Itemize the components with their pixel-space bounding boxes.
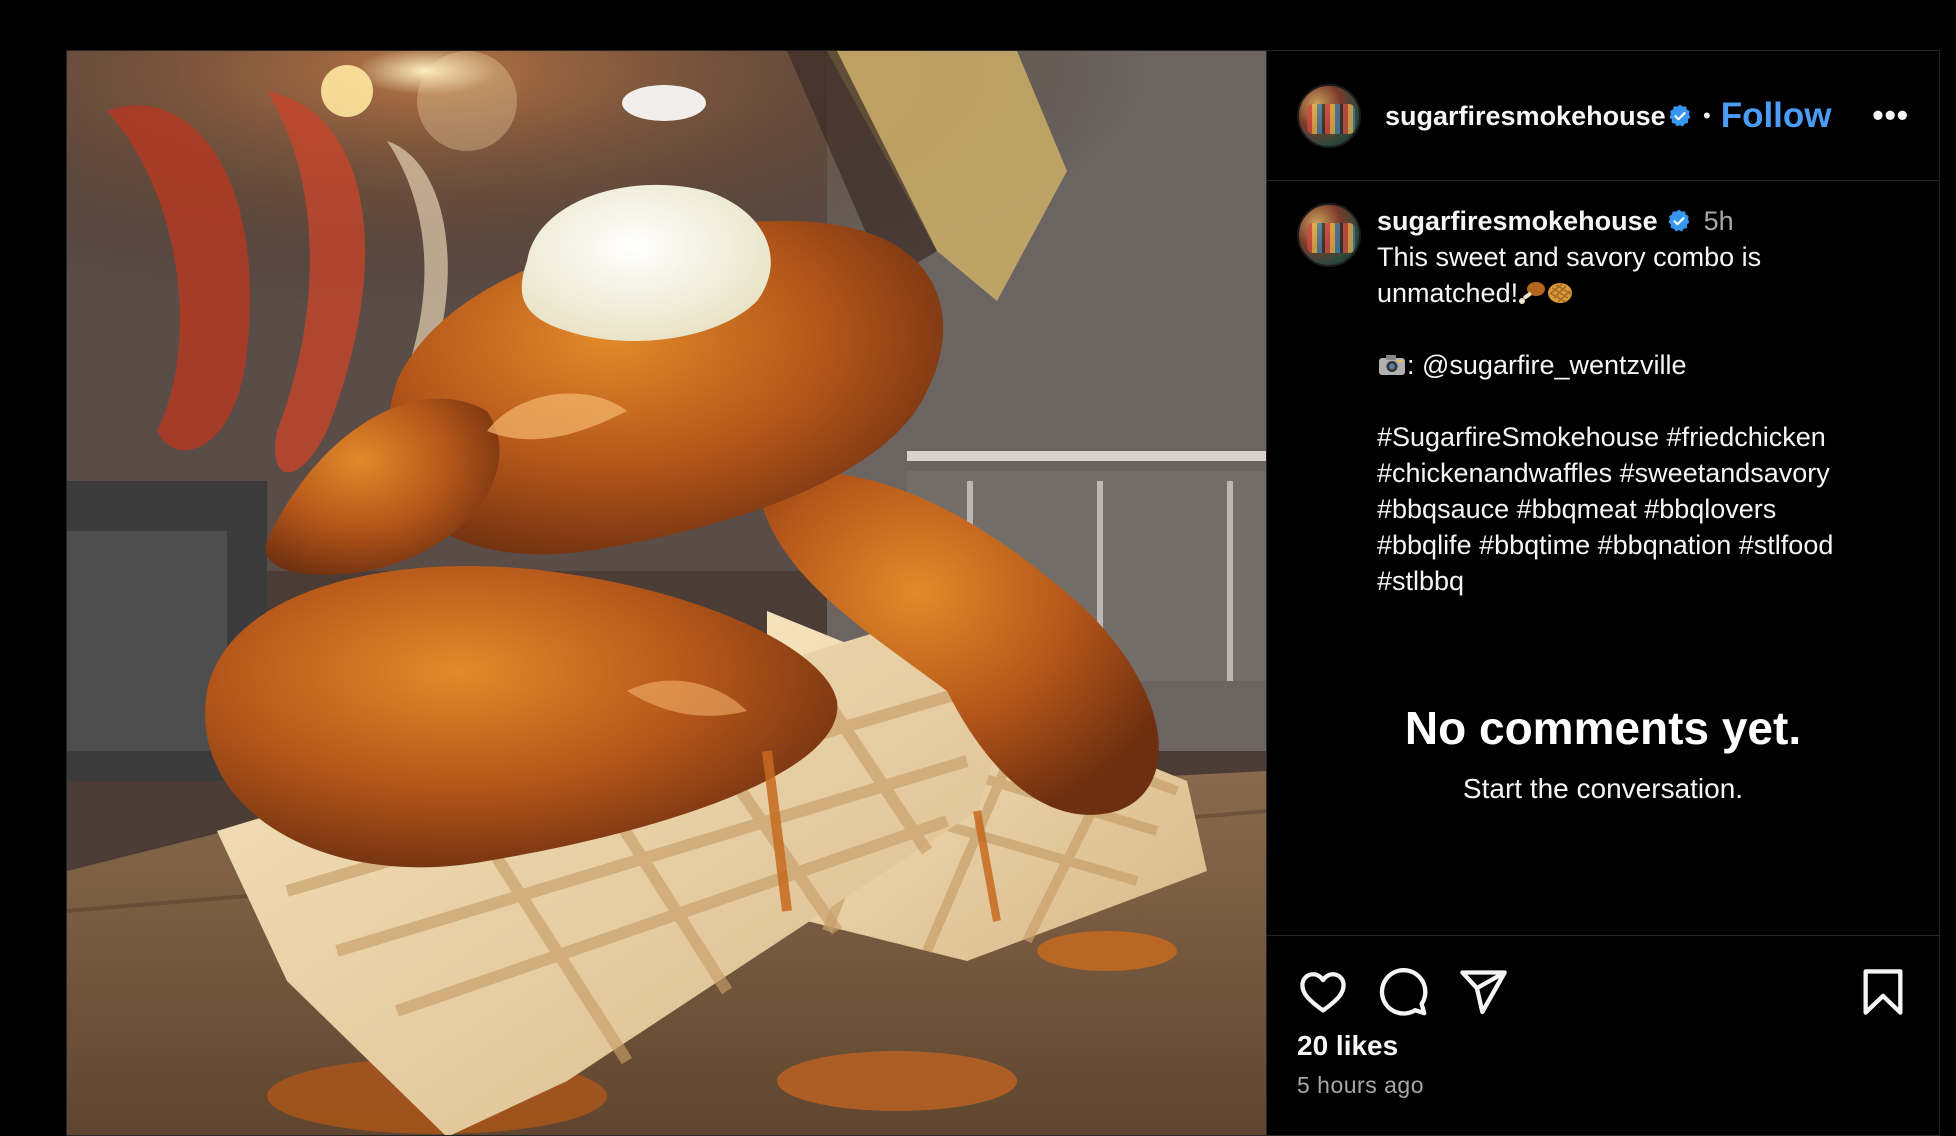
likes-count[interactable]: 20 likes	[1297, 1030, 1398, 1062]
header-username[interactable]: sugarfiresmokehouse	[1385, 98, 1667, 134]
heart-icon[interactable]	[1297, 966, 1349, 1018]
more-icon[interactable]: •••	[1872, 97, 1909, 134]
drumstick-emoji-icon	[1519, 282, 1546, 304]
post-side-panel: sugarfiresmokehouse • Follow ••• sugarfi…	[1266, 51, 1939, 1135]
verified-icon	[1669, 104, 1691, 127]
post-header: sugarfiresmokehouse • Follow •••	[1267, 51, 1939, 181]
empty-comments-subtitle: Start the conversation.	[1462, 773, 1744, 804]
bookmark-icon[interactable]	[1857, 966, 1909, 1018]
comments-empty-state: No comments yet. Start the conversation.	[1267, 701, 1939, 805]
photo-credit[interactable]: : @sugarfire_wentzville	[1407, 350, 1687, 380]
food-photo	[67, 51, 1266, 1135]
verified-icon	[1668, 209, 1689, 232]
caption-header: sugarfiresmokehouse 5h	[1377, 203, 1909, 239]
follow-button[interactable]: Follow	[1721, 96, 1832, 136]
post-actions: 20 likes 5 hours ago	[1267, 935, 1939, 1135]
empty-comments-title: No comments yet.	[1404, 702, 1802, 754]
caption-hashtags[interactable]: #SugarfireSmokehouse #friedchicken #chic…	[1377, 422, 1833, 596]
caption-text: This sweet and savory combo is unmatched…	[1377, 239, 1909, 599]
caption-avatar[interactable]	[1297, 203, 1361, 267]
waffle-emoji-icon	[1548, 283, 1573, 303]
action-icons	[1297, 966, 1909, 1018]
post-modal: sugarfiresmokehouse • Follow ••• sugarfi…	[66, 50, 1940, 1136]
post-time-ago[interactable]: 5 hours ago	[1297, 1072, 1424, 1099]
caption-username[interactable]: sugarfiresmokehouse	[1377, 206, 1658, 237]
separator-dot: •	[1703, 102, 1711, 128]
comment-icon[interactable]	[1377, 966, 1429, 1018]
camera-emoji-icon	[1379, 355, 1405, 375]
post-image[interactable]	[67, 51, 1266, 1135]
share-icon[interactable]	[1457, 966, 1509, 1018]
caption-time[interactable]: 5h	[1704, 206, 1734, 237]
avatar[interactable]	[1297, 83, 1361, 148]
